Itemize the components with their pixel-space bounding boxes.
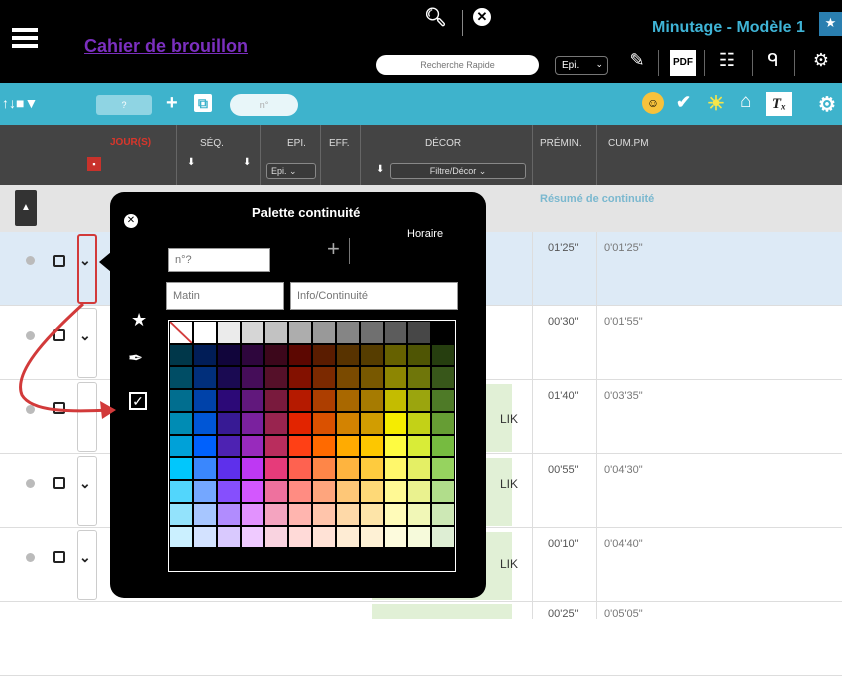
annotation-arrow	[19, 302, 116, 419]
